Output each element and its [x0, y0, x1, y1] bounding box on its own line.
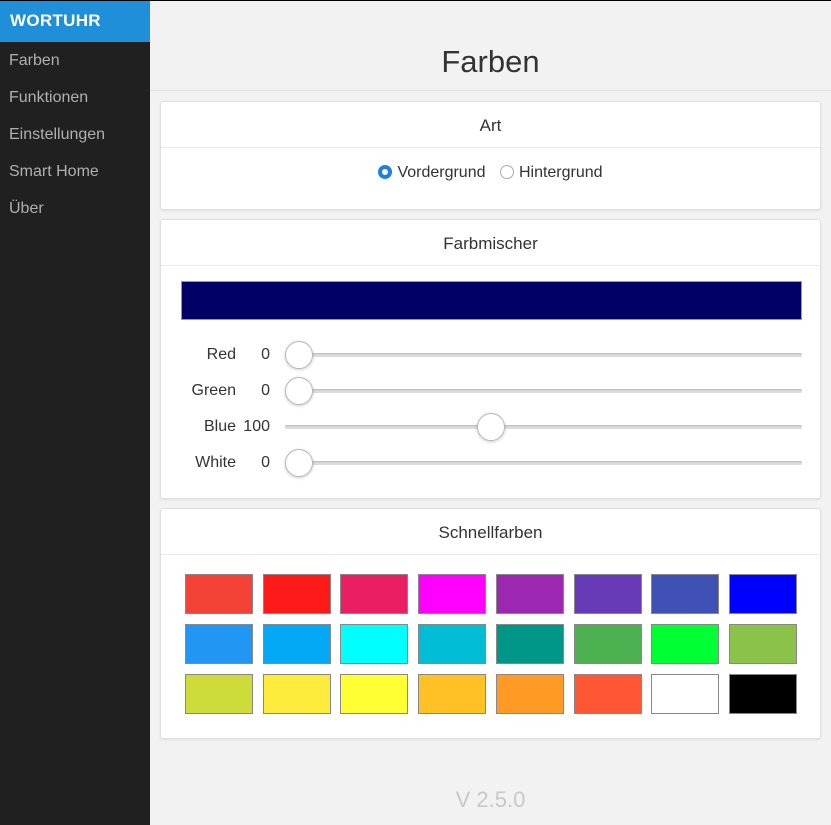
- radio-unselected-indicator[interactable]: [499, 165, 514, 179]
- color-swatch[interactable]: [651, 624, 720, 664]
- slider-blue-label: Blue: [203, 418, 236, 435]
- slider-red-label: Red: [206, 346, 236, 363]
- radio-vordergrund[interactable]: Vordergrund: [378, 164, 486, 182]
- brand-link[interactable]: WORTUHR: [0, 0, 150, 42]
- slider-white-label: White: [195, 454, 236, 471]
- color-swatch[interactable]: [185, 624, 253, 664]
- art-card-title: Art: [161, 102, 820, 148]
- art-card: Art Vordergrund Hintergrund: [160, 101, 821, 210]
- slider-blue-handle[interactable]: [476, 413, 505, 441]
- color-swatch[interactable]: [262, 574, 331, 614]
- color-swatch[interactable]: [418, 674, 487, 714]
- slider-white-handle[interactable]: [285, 449, 313, 477]
- color-swatch[interactable]: [262, 624, 331, 664]
- color-mixer-title: Farbmischer: [161, 220, 820, 266]
- sidebar: WORTUHR Farben Funktionen Einstellungen …: [0, 0, 150, 825]
- sidebar-item-ueber[interactable]: Über: [0, 190, 150, 227]
- slider-green-value: 0: [261, 382, 270, 399]
- color-swatch[interactable]: [185, 674, 253, 714]
- slider-white-track[interactable]: [285, 461, 802, 465]
- slider-red-value: 0: [261, 346, 270, 363]
- quick-colors-card: Schnellfarben: [160, 508, 821, 739]
- slider-green-label: Green: [191, 382, 236, 399]
- page-title: Farben: [441, 44, 540, 79]
- version-label: V 2.5.0: [455, 787, 526, 812]
- color-swatch[interactable]: [340, 624, 409, 664]
- slider-white-value: 0: [261, 454, 270, 471]
- sidebar-item-farben[interactable]: Farben: [0, 42, 150, 79]
- slider-blue-track[interactable]: [285, 425, 802, 429]
- color-swatch[interactable]: [495, 674, 564, 714]
- color-swatch[interactable]: [262, 674, 331, 714]
- color-swatch[interactable]: [340, 574, 409, 614]
- color-swatch[interactable]: [573, 624, 642, 664]
- color-swatch[interactable]: [573, 674, 642, 714]
- radio-hintergrund[interactable]: Hintergrund: [499, 164, 603, 182]
- color-swatch[interactable]: [573, 574, 642, 614]
- main-content: Farben Art Vordergrund Hintergrund Farbm…: [150, 0, 831, 825]
- sidebar-item-smart-home[interactable]: Smart Home: [0, 153, 150, 190]
- color-swatch[interactable]: [728, 674, 797, 714]
- slider-green-track[interactable]: [285, 389, 802, 393]
- color-swatch[interactable]: [728, 624, 797, 664]
- color-swatch[interactable]: [340, 674, 409, 714]
- slider-blue-value: 100: [243, 418, 270, 435]
- color-swatch[interactable]: [728, 574, 797, 614]
- color-swatch[interactable]: [495, 624, 564, 664]
- slider-row-white: White 0: [161, 448, 822, 478]
- quick-colors-title: Schnellfarben: [161, 509, 820, 555]
- radio-selected-indicator[interactable]: [378, 165, 393, 179]
- color-swatch[interactable]: [651, 574, 720, 614]
- color-swatch[interactable]: [185, 574, 253, 614]
- color-swatch[interactable]: [651, 674, 720, 714]
- radio-vordergrund-label: Vordergrund: [397, 164, 486, 181]
- window-top-border: [0, 0, 831, 1]
- slider-green-handle[interactable]: [285, 377, 313, 405]
- color-swatch[interactable]: [495, 574, 564, 614]
- slider-row-blue: Blue 100: [161, 412, 822, 442]
- slider-red-handle[interactable]: [285, 341, 313, 369]
- color-mixer-card: Farbmischer Red 0 Green 0 Blue 100 White…: [160, 219, 821, 499]
- sidebar-item-funktionen[interactable]: Funktionen: [0, 79, 150, 116]
- slider-row-green: Green 0: [161, 376, 822, 406]
- art-radio-group: Vordergrund Hintergrund: [161, 164, 820, 182]
- slider-row-red: Red 0: [161, 340, 822, 370]
- sidebar-item-einstellungen[interactable]: Einstellungen: [0, 116, 150, 153]
- color-swatch[interactable]: [418, 624, 487, 664]
- color-preview: [181, 281, 802, 320]
- title-divider: [150, 90, 831, 91]
- slider-red-track[interactable]: [285, 353, 802, 357]
- radio-hintergrund-label: Hintergrund: [518, 164, 603, 181]
- color-swatch[interactable]: [418, 574, 487, 614]
